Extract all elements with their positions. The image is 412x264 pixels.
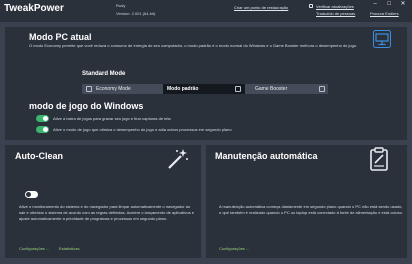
auto-clean-title: Auto-Clean	[15, 151, 63, 161]
game-bar-label: Ative a barra de jogos para gravar seu j…	[53, 116, 171, 121]
auto-clean-toggle[interactable]	[25, 191, 38, 198]
game-mode-label: Ative o modo de jogo que otimiza o desem…	[53, 127, 232, 132]
game-mode-toggle[interactable]	[36, 126, 49, 133]
auto-clean-panel: Auto-Clean Ative o monitoramento do sist…	[5, 145, 201, 258]
leaf-icon	[86, 86, 92, 92]
check-updates-link[interactable]: Verificar atualizações	[316, 4, 354, 9]
minimize-button[interactable]: –	[368, 0, 382, 9]
gamepad-icon	[319, 86, 325, 92]
economy-mode-label: Economy Mode	[96, 86, 131, 92]
maintenance-settings-link[interactable]: Configurações ...	[219, 246, 249, 251]
version-name: Rudy	[116, 3, 126, 8]
standard-mode-option[interactable]: Modo padrão	[163, 84, 245, 94]
maximize-button[interactable]: □	[382, 0, 396, 9]
current-mode-label: Standard Mode	[82, 71, 126, 77]
create-restore-point-link[interactable]: Criar um ponto de restauração	[234, 5, 288, 10]
translated-by-link[interactable]: Traduzido de pessoas	[316, 11, 355, 16]
version-number: Version: 2.001 (64-bit)	[116, 11, 156, 16]
pro-link[interactable]: Procura Endlers	[370, 11, 399, 16]
game-mode-title: modo de jogo do Windows	[29, 101, 144, 111]
economy-mode-option[interactable]: Economy Mode	[82, 84, 163, 94]
standard-mode-label: Modo padrão	[167, 86, 199, 92]
pc-mode-panel: Modo PC atual O modo Economy permite que…	[5, 27, 407, 140]
mode-selector: Economy Mode Modo padrão Game Booster	[82, 84, 328, 94]
maintenance-title: Manutenção automática	[215, 151, 318, 161]
maintenance-description: A manutenção automática começa diariamen…	[219, 204, 403, 215]
pc-mode-title: Modo PC atual	[29, 32, 92, 42]
update-icon	[309, 4, 313, 8]
app-title: TweakPower	[4, 3, 64, 14]
magic-wand-icon	[166, 147, 190, 171]
maintenance-panel: Manutenção automática A manutenção autom…	[206, 145, 407, 258]
game-booster-label: Game Booster	[255, 86, 288, 92]
monitor-small-icon	[235, 86, 241, 92]
auto-clean-settings-link[interactable]: Configurações ...	[19, 246, 49, 251]
clipboard-icon	[369, 147, 389, 171]
game-booster-option[interactable]: Game Booster	[245, 84, 328, 94]
auto-clean-statistics-link[interactable]: Estatísticas	[59, 246, 79, 251]
monitor-icon	[373, 30, 391, 48]
close-button[interactable]: ✕	[396, 0, 410, 9]
game-bar-toggle[interactable]	[36, 115, 49, 122]
title-bar: TweakPower Rudy Version: 2.001 (64-bit) …	[0, 0, 412, 22]
pc-mode-description: O modo Economy permite que você reduza o…	[29, 43, 358, 48]
auto-clean-description: Ative o monitoramento do sistema e do na…	[19, 204, 194, 221]
